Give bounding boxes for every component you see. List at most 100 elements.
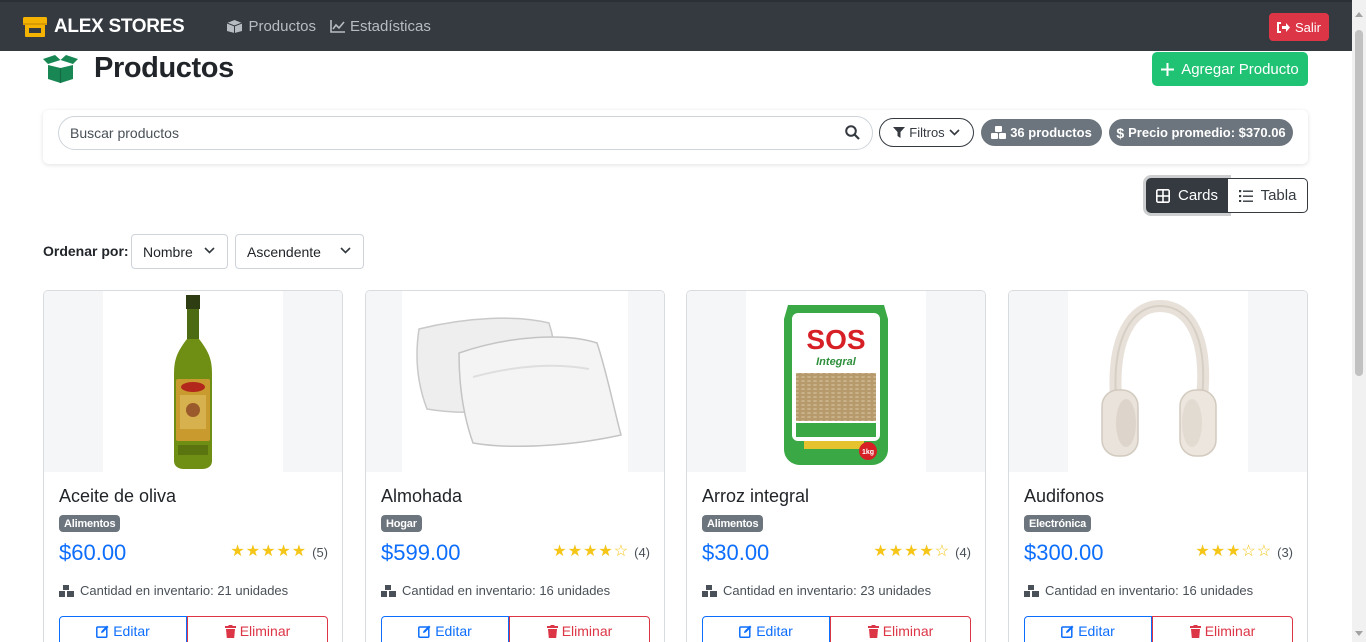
delete-button[interactable]: Eliminar xyxy=(1152,616,1293,642)
review-count: (5) xyxy=(312,544,328,560)
star-full-icon: ★ xyxy=(904,543,919,560)
olive-oil-bottle-image xyxy=(174,294,212,469)
edit-button[interactable]: Editar xyxy=(1024,616,1152,642)
star-empty-icon: ☆ xyxy=(1241,543,1256,560)
star-full-icon: ★ xyxy=(291,543,307,560)
edit-button[interactable]: Editar xyxy=(59,616,187,642)
star-full-icon: ★ xyxy=(583,543,598,560)
boxes-stacked-icon xyxy=(1024,584,1039,597)
edit-button[interactable]: Editar xyxy=(381,616,509,642)
search-input[interactable] xyxy=(59,125,819,141)
boxes-stacked-icon xyxy=(59,584,74,597)
nav-productos-label: Productos xyxy=(248,18,316,35)
trash-icon xyxy=(1189,624,1201,638)
product-image[interactable] xyxy=(103,291,283,472)
delete-button[interactable]: Eliminar xyxy=(509,616,650,642)
star-full-icon: ★ xyxy=(245,543,261,560)
search-icon[interactable] xyxy=(845,125,860,140)
star-empty-icon: ☆ xyxy=(934,543,950,560)
filter-button[interactable]: Filtros xyxy=(879,118,974,147)
stock-text: Cantidad en inventario: 16 unidades xyxy=(402,583,611,598)
category-badge: Electrónica xyxy=(1024,515,1092,532)
stock-info: Cantidad en inventario: 16 unidades xyxy=(1024,583,1253,598)
navbar: ALEX STORES Productos Estadísticas Salir xyxy=(0,0,1352,51)
add-product-button[interactable]: Agregar Producto xyxy=(1152,52,1308,86)
star-empty-icon: ☆ xyxy=(613,543,629,560)
stock-info: Cantidad en inventario: 21 unidades xyxy=(59,583,288,598)
scroll-down-arrow-icon[interactable] xyxy=(1355,631,1363,636)
filter-icon xyxy=(893,127,906,138)
sort-label: Ordenar por: xyxy=(43,243,129,259)
review-count: (4) xyxy=(634,544,650,560)
product-image[interactable] xyxy=(1068,291,1248,472)
star-full-icon: ★ xyxy=(873,543,888,560)
boxes-icon xyxy=(227,20,243,33)
view-table-label: Tabla xyxy=(1260,187,1297,204)
product-image-frame: SOS Integral 1kg xyxy=(687,291,985,472)
trash-icon xyxy=(224,624,236,638)
scroll-up-arrow-icon[interactable] xyxy=(1355,12,1363,17)
sort-field-select[interactable]: Nombre xyxy=(131,234,228,269)
product-name: Aceite de oliva xyxy=(59,486,177,506)
star-full-icon: ★ xyxy=(1195,543,1210,560)
search-panel: Filtros 36 productos $ Precio promedio: … xyxy=(43,110,1308,164)
page-header: Productos xyxy=(43,52,234,85)
cubes-icon xyxy=(991,126,1007,139)
delete-button[interactable]: Eliminar xyxy=(830,616,971,642)
product-price: $60.00 xyxy=(59,540,127,565)
vertical-scrollbar[interactable] xyxy=(1352,0,1366,642)
product-card: SOS Integral 1kg Arroz integral Alimento… xyxy=(686,290,986,642)
product-image[interactable] xyxy=(402,291,628,472)
delete-label: Eliminar xyxy=(882,623,934,639)
edit-icon xyxy=(1061,625,1074,638)
product-name: Almohada xyxy=(381,486,463,506)
logout-button[interactable]: Salir xyxy=(1269,13,1329,41)
edit-button[interactable]: Editar xyxy=(702,616,830,642)
product-rating: ★ ★ ★ ★ ☆ (4) xyxy=(873,544,971,560)
page-title: Productos xyxy=(94,52,234,84)
delete-label: Eliminar xyxy=(561,623,613,639)
category-badge: Alimentos xyxy=(59,515,121,532)
sort-field-value: Nombre xyxy=(143,243,193,260)
box-open-icon xyxy=(43,54,78,83)
star-full-icon: ★ xyxy=(919,543,934,560)
category-badge: Alimentos xyxy=(702,515,764,532)
stock-info: Cantidad en inventario: 23 unidades xyxy=(702,583,931,598)
trash-icon xyxy=(867,624,879,638)
nav-estadisticas-label: Estadísticas xyxy=(349,18,431,35)
nav-productos[interactable]: Productos xyxy=(226,18,316,35)
rice-sub-text: Integral xyxy=(816,356,857,368)
filter-label: Filtros xyxy=(909,125,945,140)
product-image-frame xyxy=(366,291,664,472)
product-image[interactable]: SOS Integral 1kg xyxy=(746,291,926,472)
product-card: Aceite de oliva Alimentos $60.00 ★ ★ ★ ★… xyxy=(43,290,343,642)
grid-icon xyxy=(1155,188,1170,203)
scroll-thumb[interactable] xyxy=(1355,30,1363,376)
view-table-button[interactable]: Tabla xyxy=(1228,178,1308,213)
brand-name: ALEX STORES xyxy=(54,15,185,37)
star-full-icon: ★ xyxy=(1210,543,1226,560)
sort-direction-select[interactable]: Ascendente xyxy=(235,234,364,269)
delete-button[interactable]: Eliminar xyxy=(187,616,328,642)
product-image-frame xyxy=(1009,291,1307,472)
view-cards-button[interactable]: Cards xyxy=(1146,178,1228,213)
edit-icon xyxy=(739,625,752,638)
chevron-down-icon xyxy=(204,247,215,254)
pillows-image xyxy=(416,316,622,447)
edit-label: Editar xyxy=(435,623,472,639)
product-count-badge: 36 productos xyxy=(981,119,1102,146)
stock-text: Cantidad en inventario: 16 unidades xyxy=(1045,583,1254,598)
review-count: (3) xyxy=(1277,544,1293,560)
product-rating: ★ ★ ★ ☆ ☆ (3) xyxy=(1195,544,1293,560)
review-count: (4) xyxy=(955,544,971,560)
view-toggle: Cards Tabla xyxy=(1146,178,1308,213)
search-box[interactable] xyxy=(58,116,873,150)
edit-label: Editar xyxy=(756,623,793,639)
nav-estadisticas[interactable]: Estadísticas xyxy=(330,18,431,35)
product-rating: ★ ★ ★ ★ ☆ (4) xyxy=(552,544,650,560)
brand[interactable]: ALEX STORES xyxy=(22,15,185,39)
rice-bag-image: SOS Integral 1kg xyxy=(784,304,888,465)
star-full-icon: ★ xyxy=(598,543,613,560)
product-name: Arroz integral xyxy=(702,486,810,506)
star-full-icon: ★ xyxy=(888,543,904,560)
